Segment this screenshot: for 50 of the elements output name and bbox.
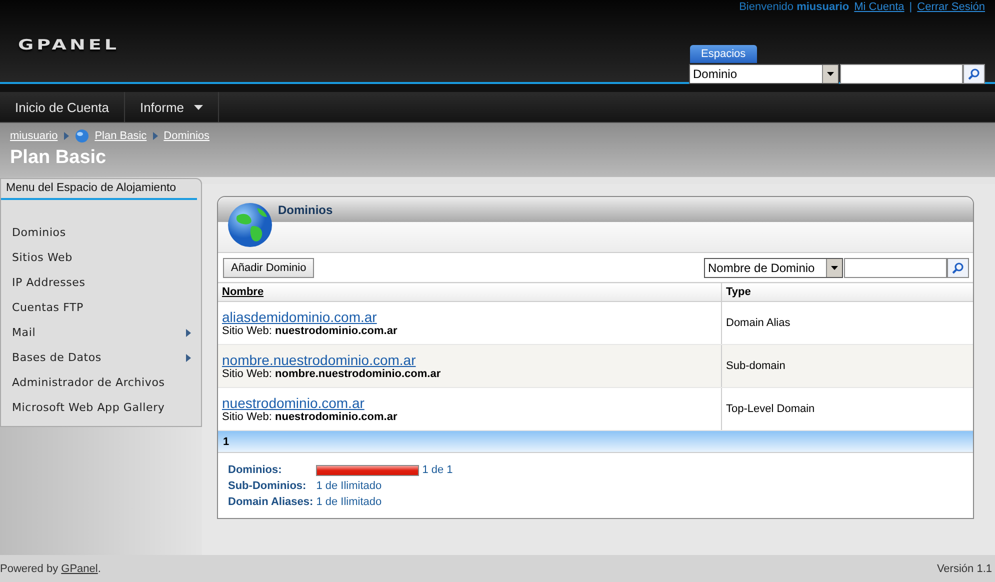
- nav-item[interactable]: Inicio de Cuenta: [0, 92, 125, 122]
- quota-value: 1 de Ilimitado: [316, 480, 382, 492]
- separator: |: [909, 1, 912, 13]
- quota-value: 1 de 1: [422, 464, 453, 476]
- quota-value: 1 de Ilimitado: [316, 496, 382, 508]
- panel-title: Dominios: [278, 202, 333, 216]
- arrow-icon: [64, 132, 69, 140]
- caret-icon: [831, 266, 838, 270]
- sidebar-item[interactable]: Dominios: [1, 220, 201, 245]
- header-link[interactable]: Cerrar Sesión: [917, 1, 985, 13]
- filter-select[interactable]: Nombre de Dominio: [704, 258, 843, 278]
- website-text: Sitio Web: nuestrodominio.com.ar: [222, 411, 398, 423]
- welcome-text: Bienvenido miusuario: [739, 1, 850, 13]
- page-title: Plan Basic: [10, 147, 108, 169]
- sidebar-item[interactable]: IP Addresses: [1, 270, 201, 295]
- domain-link[interactable]: nombre.nuestrodominio.com.ar: [222, 352, 717, 368]
- website-text: Sitio Web: nombre.nuestrodominio.com.ar: [222, 368, 442, 380]
- search-icon: [968, 68, 980, 80]
- powered-by-text: Powered by GPanel.: [0, 562, 101, 574]
- sidebar-item[interactable]: Sitios Web: [1, 245, 201, 270]
- arrow-icon: [152, 132, 158, 140]
- quota-label: Dominios:: [228, 464, 283, 476]
- nav-item[interactable]: Informe: [124, 92, 220, 122]
- logo: GPANEL: [18, 36, 120, 54]
- search-field[interactable]: [840, 64, 963, 84]
- gpanel-link[interactable]: GPanel: [61, 562, 98, 574]
- version-text: Versión 1.1: [936, 562, 992, 574]
- sidebar-item[interactable]: Mail: [1, 320, 201, 345]
- website-text: Sitio Web: nuestrodominio.com.ar: [222, 325, 398, 337]
- column-header[interactable]: Nombre: [218, 282, 722, 302]
- header-link[interactable]: Mi Cuenta: [854, 1, 904, 13]
- sidebar-item[interactable]: Administrador de Archivos: [1, 370, 201, 395]
- sidebar-item[interactable]: Cuentas FTP: [1, 295, 201, 320]
- quota-label: Sub-Dominios:: [228, 480, 308, 492]
- caret-icon: [827, 72, 834, 76]
- filter-field[interactable]: [844, 258, 947, 278]
- space-type-select[interactable]: Dominio: [689, 64, 839, 84]
- sidebar-item[interactable]: Microsoft Web App Gallery: [1, 395, 201, 420]
- globe-icon: [227, 202, 273, 248]
- domain-link[interactable]: aliasdemidominio.com.ar: [222, 309, 717, 325]
- column-header: Type: [722, 282, 973, 302]
- page-number[interactable]: 1: [223, 436, 230, 448]
- sidebar-title: Menu del Espacio de Alojamiento: [1, 179, 197, 200]
- add-domain-button[interactable]: Añadir Dominio: [223, 258, 314, 278]
- sidebar-item[interactable]: Bases de Datos: [1, 345, 201, 370]
- quota-label: Domain Aliases:: [228, 496, 314, 508]
- search-button[interactable]: [947, 258, 969, 278]
- domain-link[interactable]: nuestrodominio.com.ar: [222, 395, 717, 411]
- search-icon: [952, 262, 964, 274]
- search-button[interactable]: [963, 64, 985, 84]
